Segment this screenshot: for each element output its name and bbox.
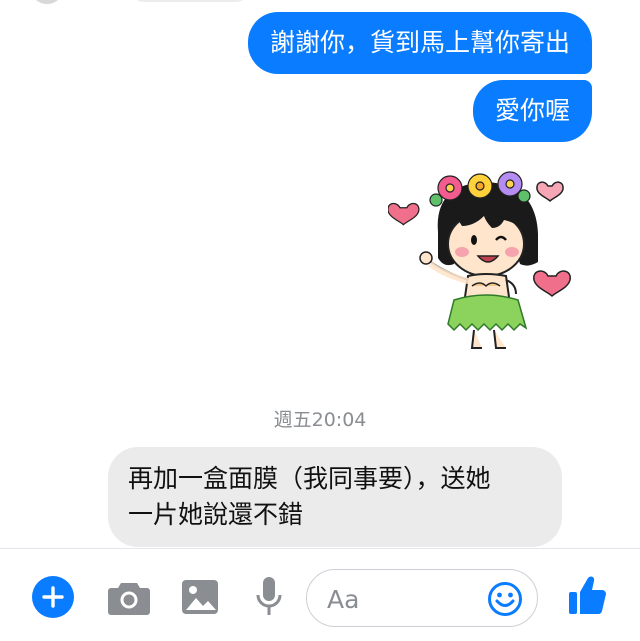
incoming-message[interactable]: 再加一盒面膜（我同事要），送她 一片她說還不錯 (108, 447, 562, 547)
microphone-icon[interactable] (252, 573, 286, 621)
message-text-line: 再加一盒面膜（我同事要），送她 (128, 464, 491, 493)
message-text: 愛你喔 (494, 96, 570, 125)
message-timestamp: 週五20:04 (273, 409, 367, 431)
hula-girl-sticker[interactable] (388, 160, 578, 360)
outgoing-message[interactable]: 謝謝你，貨到馬上幫你寄出 (247, 12, 592, 74)
message-input-container (306, 569, 538, 627)
heart-icon (533, 270, 571, 298)
image-icon[interactable] (178, 575, 222, 619)
composer-toolbar (0, 548, 640, 641)
message-input[interactable] (325, 579, 479, 619)
message-text-line: 一片她說還不錯 (128, 500, 304, 529)
camera-icon[interactable] (106, 575, 152, 619)
partial-avatar (30, 0, 64, 4)
heart-icon (536, 181, 564, 203)
thumbs-up-icon[interactable] (564, 571, 610, 619)
emoji-icon[interactable] (487, 581, 523, 617)
partial-message-bubble (130, 0, 250, 2)
plus-icon[interactable] (32, 576, 74, 618)
outgoing-message[interactable]: 愛你喔 (472, 80, 592, 142)
chat-thread: 謝謝你，貨到馬上幫你寄出 愛你喔 週五20:04 再加一盒面膜（我同事要），送她… (0, 0, 640, 548)
message-text: 謝謝你，貨到馬上幫你寄出 (269, 28, 570, 57)
heart-icon (388, 202, 420, 226)
